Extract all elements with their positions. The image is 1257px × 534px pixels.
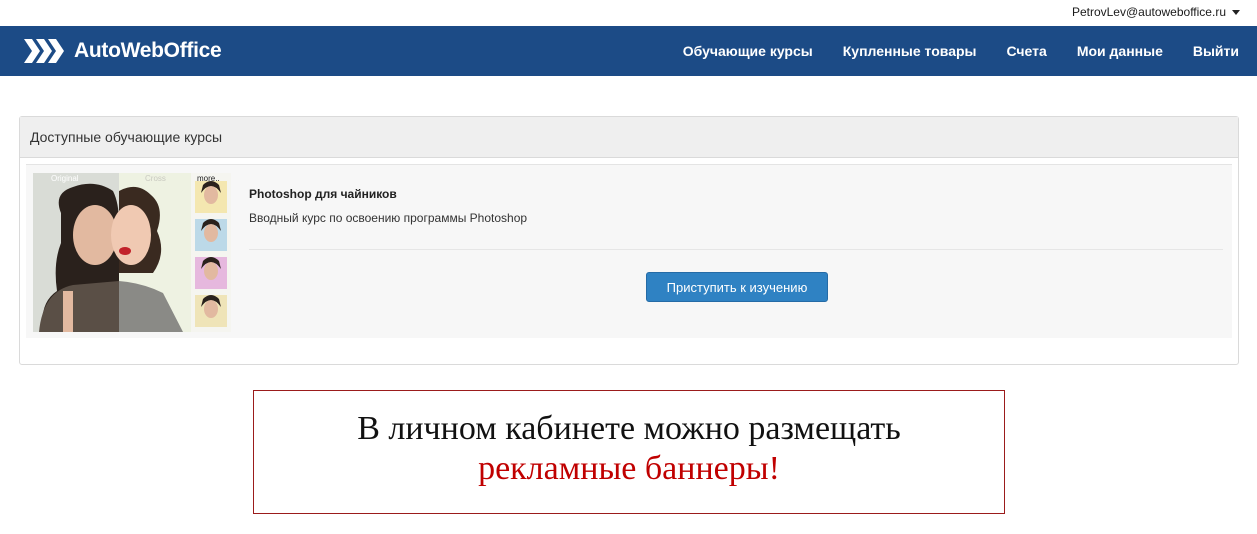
- thumb-caption-original: Original: [51, 174, 79, 183]
- course-description: Вводный курс по освоению программы Photo…: [249, 211, 528, 225]
- top-nav: Обучающие курсы Купленные товары Счета М…: [653, 26, 1239, 76]
- course-item: Original Cross more.. Photoshop для чайн…: [26, 164, 1232, 338]
- caret-down-icon: [1232, 10, 1240, 15]
- nav-item-my-data[interactable]: Мои данные: [1077, 43, 1163, 59]
- course-thumbnail[interactable]: Original Cross more..: [33, 173, 231, 332]
- brand-name: AutoWebOffice: [74, 39, 222, 62]
- user-bar: PetrovLev@autoweboffice.ru: [0, 0, 1257, 26]
- divider: [249, 249, 1223, 250]
- start-course-button[interactable]: Приступить к изучению: [646, 272, 828, 302]
- main-navbar: AutoWebOffice Обучающие курсы Купленные …: [0, 26, 1257, 76]
- chevrons-logo-icon: [24, 39, 64, 63]
- photoshop-course-image: Original Cross more..: [33, 173, 231, 332]
- nav-item-invoices[interactable]: Счета: [1007, 43, 1047, 59]
- nav-item-courses[interactable]: Обучающие курсы: [683, 43, 813, 59]
- banner-text-line2: рекламные баннеры!: [478, 450, 780, 487]
- courses-panel: Доступные обучающие курсы Original Cross…: [19, 116, 1239, 365]
- panel-heading: Доступные обучающие курсы: [20, 117, 1238, 158]
- user-menu[interactable]: PetrovLev@autoweboffice.ru: [1072, 5, 1240, 19]
- thumb-caption-more: more..: [197, 174, 220, 183]
- banner-text-line1: В личном кабинете можно размещать: [357, 410, 901, 447]
- nav-item-logout[interactable]: Выйти: [1193, 43, 1239, 59]
- ad-banner[interactable]: В личном кабинете можно размещать реклам…: [253, 390, 1005, 514]
- brand-logo[interactable]: AutoWebOffice: [24, 26, 222, 76]
- nav-item-purchased[interactable]: Купленные товары: [843, 43, 977, 59]
- user-email: PetrovLev@autoweboffice.ru: [1071, 5, 1226, 19]
- thumb-caption-cross: Cross: [145, 174, 166, 183]
- course-title[interactable]: Photoshop для чайников: [249, 187, 397, 201]
